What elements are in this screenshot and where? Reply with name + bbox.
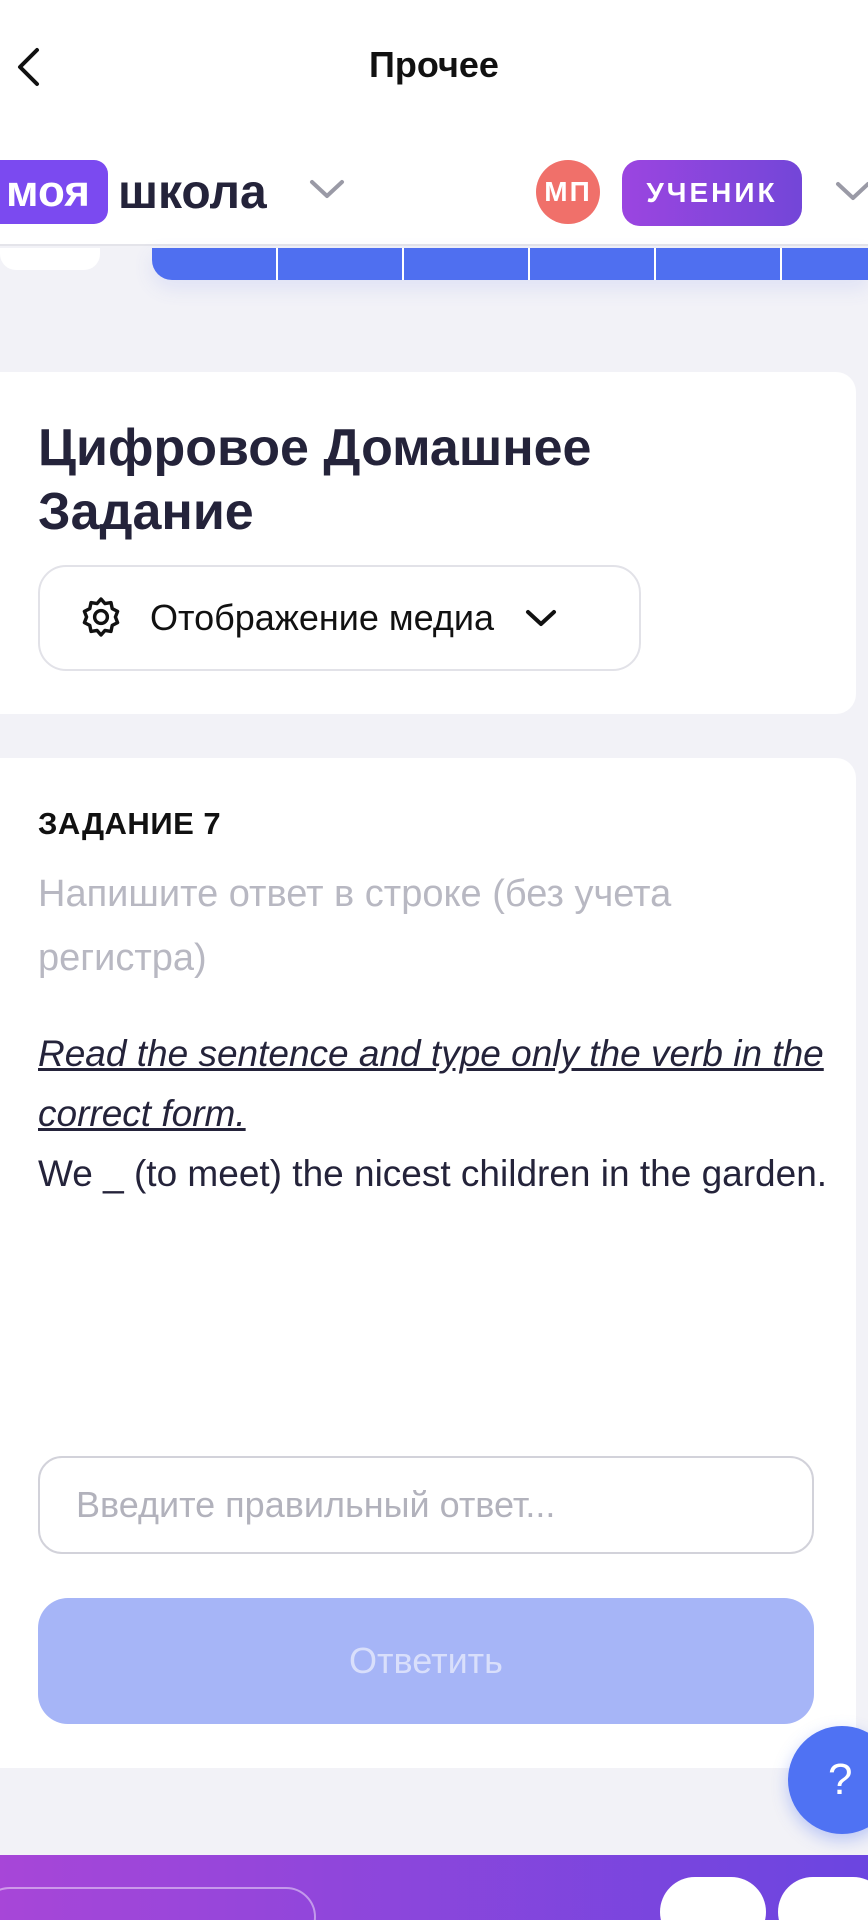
logo-part-moya: моя [0, 160, 108, 224]
tab-segment[interactable] [152, 248, 278, 280]
homework-header-card: Цифровое Домашнее Задание Отображение ме… [0, 372, 856, 714]
tab-segment[interactable] [530, 248, 656, 280]
chevron-down-icon[interactable] [834, 180, 868, 202]
tabs-strip [152, 248, 868, 280]
task-hint: Напишите ответ в строке (без учета регис… [38, 873, 672, 979]
tab-segment[interactable] [656, 248, 782, 280]
answer-input[interactable] [38, 1456, 814, 1554]
chevron-down-icon[interactable] [308, 178, 346, 200]
scrolled-card-edge [0, 248, 100, 270]
logo[interactable]: моя школа [0, 160, 267, 224]
avatar[interactable]: МП [536, 160, 600, 224]
footer-button[interactable] [778, 1877, 868, 1920]
footer-pill[interactable] [0, 1887, 316, 1920]
role-badge[interactable]: УЧЕНИК [622, 160, 802, 226]
tab-segment[interactable] [278, 248, 404, 280]
page-title: Прочее [369, 44, 499, 85]
task-instruction: Read the sentence and type only the verb… [38, 1033, 824, 1134]
task-card: ЗАДАНИЕ 7 Напишите ответ в строке (без у… [0, 758, 856, 1768]
gear-icon [76, 593, 126, 643]
task-sentence: We _ (to meet) the nicest children in th… [38, 1153, 828, 1194]
question-mark-icon: ? [828, 1755, 853, 1804]
logo-part-shkola: школа [117, 165, 267, 219]
task-number: ЗАДАНИЕ 7 [38, 806, 222, 841]
chevron-down-icon [524, 607, 558, 629]
footer-button[interactable] [660, 1877, 766, 1920]
footer-bar [0, 1855, 868, 1920]
homework-title: Цифровое Домашнее Задание [38, 419, 592, 541]
tab-segment[interactable] [404, 248, 530, 280]
media-display-dropdown[interactable]: Отображение медиа [38, 565, 641, 671]
media-display-label: Отображение медиа [150, 597, 495, 638]
submit-answer-button[interactable]: Ответить [38, 1598, 814, 1724]
tab-segment[interactable] [782, 248, 868, 280]
navigation-bar: Прочее [0, 0, 868, 130]
